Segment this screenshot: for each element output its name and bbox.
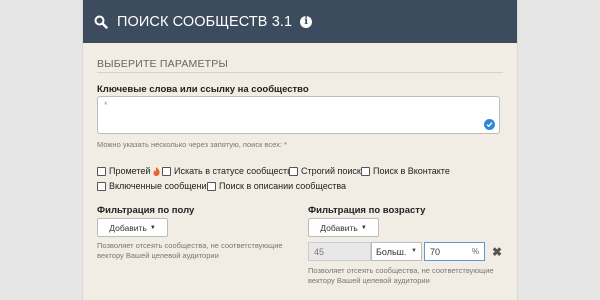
percent-input[interactable]: 70 % bbox=[424, 242, 485, 261]
checkbox-box[interactable] bbox=[361, 166, 370, 176]
age-value-field[interactable]: 45 bbox=[308, 242, 371, 261]
checkbox-enabled-messages[interactable]: Включенные сообщения bbox=[97, 181, 211, 191]
keywords-hint: Можно указать несколько через запятую, п… bbox=[97, 140, 287, 149]
fire-icon bbox=[153, 166, 161, 176]
checkbox-box[interactable] bbox=[289, 166, 298, 176]
panel-header: ПОИСК СООБЩЕСТВ 3.1 i bbox=[83, 0, 517, 43]
page-title: ПОИСК СООБЩЕСТВ 3.1 bbox=[117, 13, 293, 30]
checkbox-box[interactable] bbox=[97, 181, 106, 191]
caret-down-icon: ▼ bbox=[149, 224, 156, 231]
divider bbox=[97, 72, 503, 73]
chevron-down-icon: ▼ bbox=[411, 248, 417, 254]
checkbox-box[interactable] bbox=[162, 166, 171, 176]
checkbox-box[interactable] bbox=[97, 166, 106, 176]
age-add-button[interactable]: Добавить ▼ bbox=[308, 218, 379, 237]
checkbox-label: Строгий поиск bbox=[301, 166, 361, 176]
compare-value: Больш. bbox=[376, 246, 407, 257]
button-label: Добавить bbox=[320, 222, 358, 233]
checkbox-strict-search[interactable]: Строгий поиск bbox=[289, 166, 361, 176]
checkbox-description-search[interactable]: Поиск в описании сообщества bbox=[207, 181, 346, 191]
percent-value: 70 bbox=[430, 246, 441, 257]
checkbox-vk-search[interactable]: Поиск в Вконтакте bbox=[361, 166, 450, 176]
search-icon bbox=[94, 15, 108, 29]
remove-icon[interactable]: ✖ bbox=[492, 245, 502, 259]
age-hint-line1: Позволяет отсеять сообщества, не соответ… bbox=[308, 266, 494, 275]
checkbox-label: Искать в статусе сообщества bbox=[174, 166, 297, 176]
age-value: 45 bbox=[314, 246, 325, 257]
percent-unit: % bbox=[471, 247, 479, 256]
checkbox-status-search[interactable]: Искать в статусе сообщества bbox=[162, 166, 297, 176]
button-label: Добавить bbox=[109, 222, 147, 233]
checkbox-label: Поиск в Вконтакте bbox=[373, 166, 450, 176]
checkbox-label: Прометей bbox=[109, 166, 151, 176]
keywords-label: Ключевые слова или ссылку на сообщество bbox=[97, 84, 309, 95]
age-filter-label: Фильтрация по возрасту bbox=[308, 205, 426, 216]
gender-hint-line1: Позволяет отсеять сообщества, не соответ… bbox=[97, 241, 283, 250]
keywords-placeholder: * bbox=[104, 100, 108, 110]
gender-filter-label: Фильтрация по полу bbox=[97, 205, 195, 216]
checkbox-label: Поиск в описании сообщества bbox=[219, 181, 347, 191]
compare-select[interactable]: Больш. ▼ bbox=[371, 242, 422, 261]
checkbox-label: Включенные сообщения bbox=[109, 181, 212, 191]
gender-hint-line2: вектору Вашей целевой аудитории bbox=[97, 251, 219, 260]
caret-down-icon: ▼ bbox=[360, 224, 367, 231]
info-icon[interactable]: i bbox=[300, 15, 313, 28]
gender-add-button[interactable]: Добавить ▼ bbox=[97, 218, 168, 237]
params-title: ВЫБЕРИТЕ ПАРАМЕТРЫ bbox=[97, 58, 228, 70]
search-panel: ПОИСК СООБЩЕСТВ 3.1 i ВЫБЕРИТЕ ПАРАМЕТРЫ… bbox=[83, 0, 517, 300]
age-hint-line2: вектору Вашей целевой аудитории bbox=[308, 276, 430, 285]
check-circle-icon bbox=[484, 119, 495, 130]
keywords-input[interactable]: * bbox=[97, 96, 500, 134]
checkbox-box[interactable] bbox=[207, 181, 216, 191]
checkbox-prometheus[interactable]: Прометей bbox=[97, 166, 161, 176]
